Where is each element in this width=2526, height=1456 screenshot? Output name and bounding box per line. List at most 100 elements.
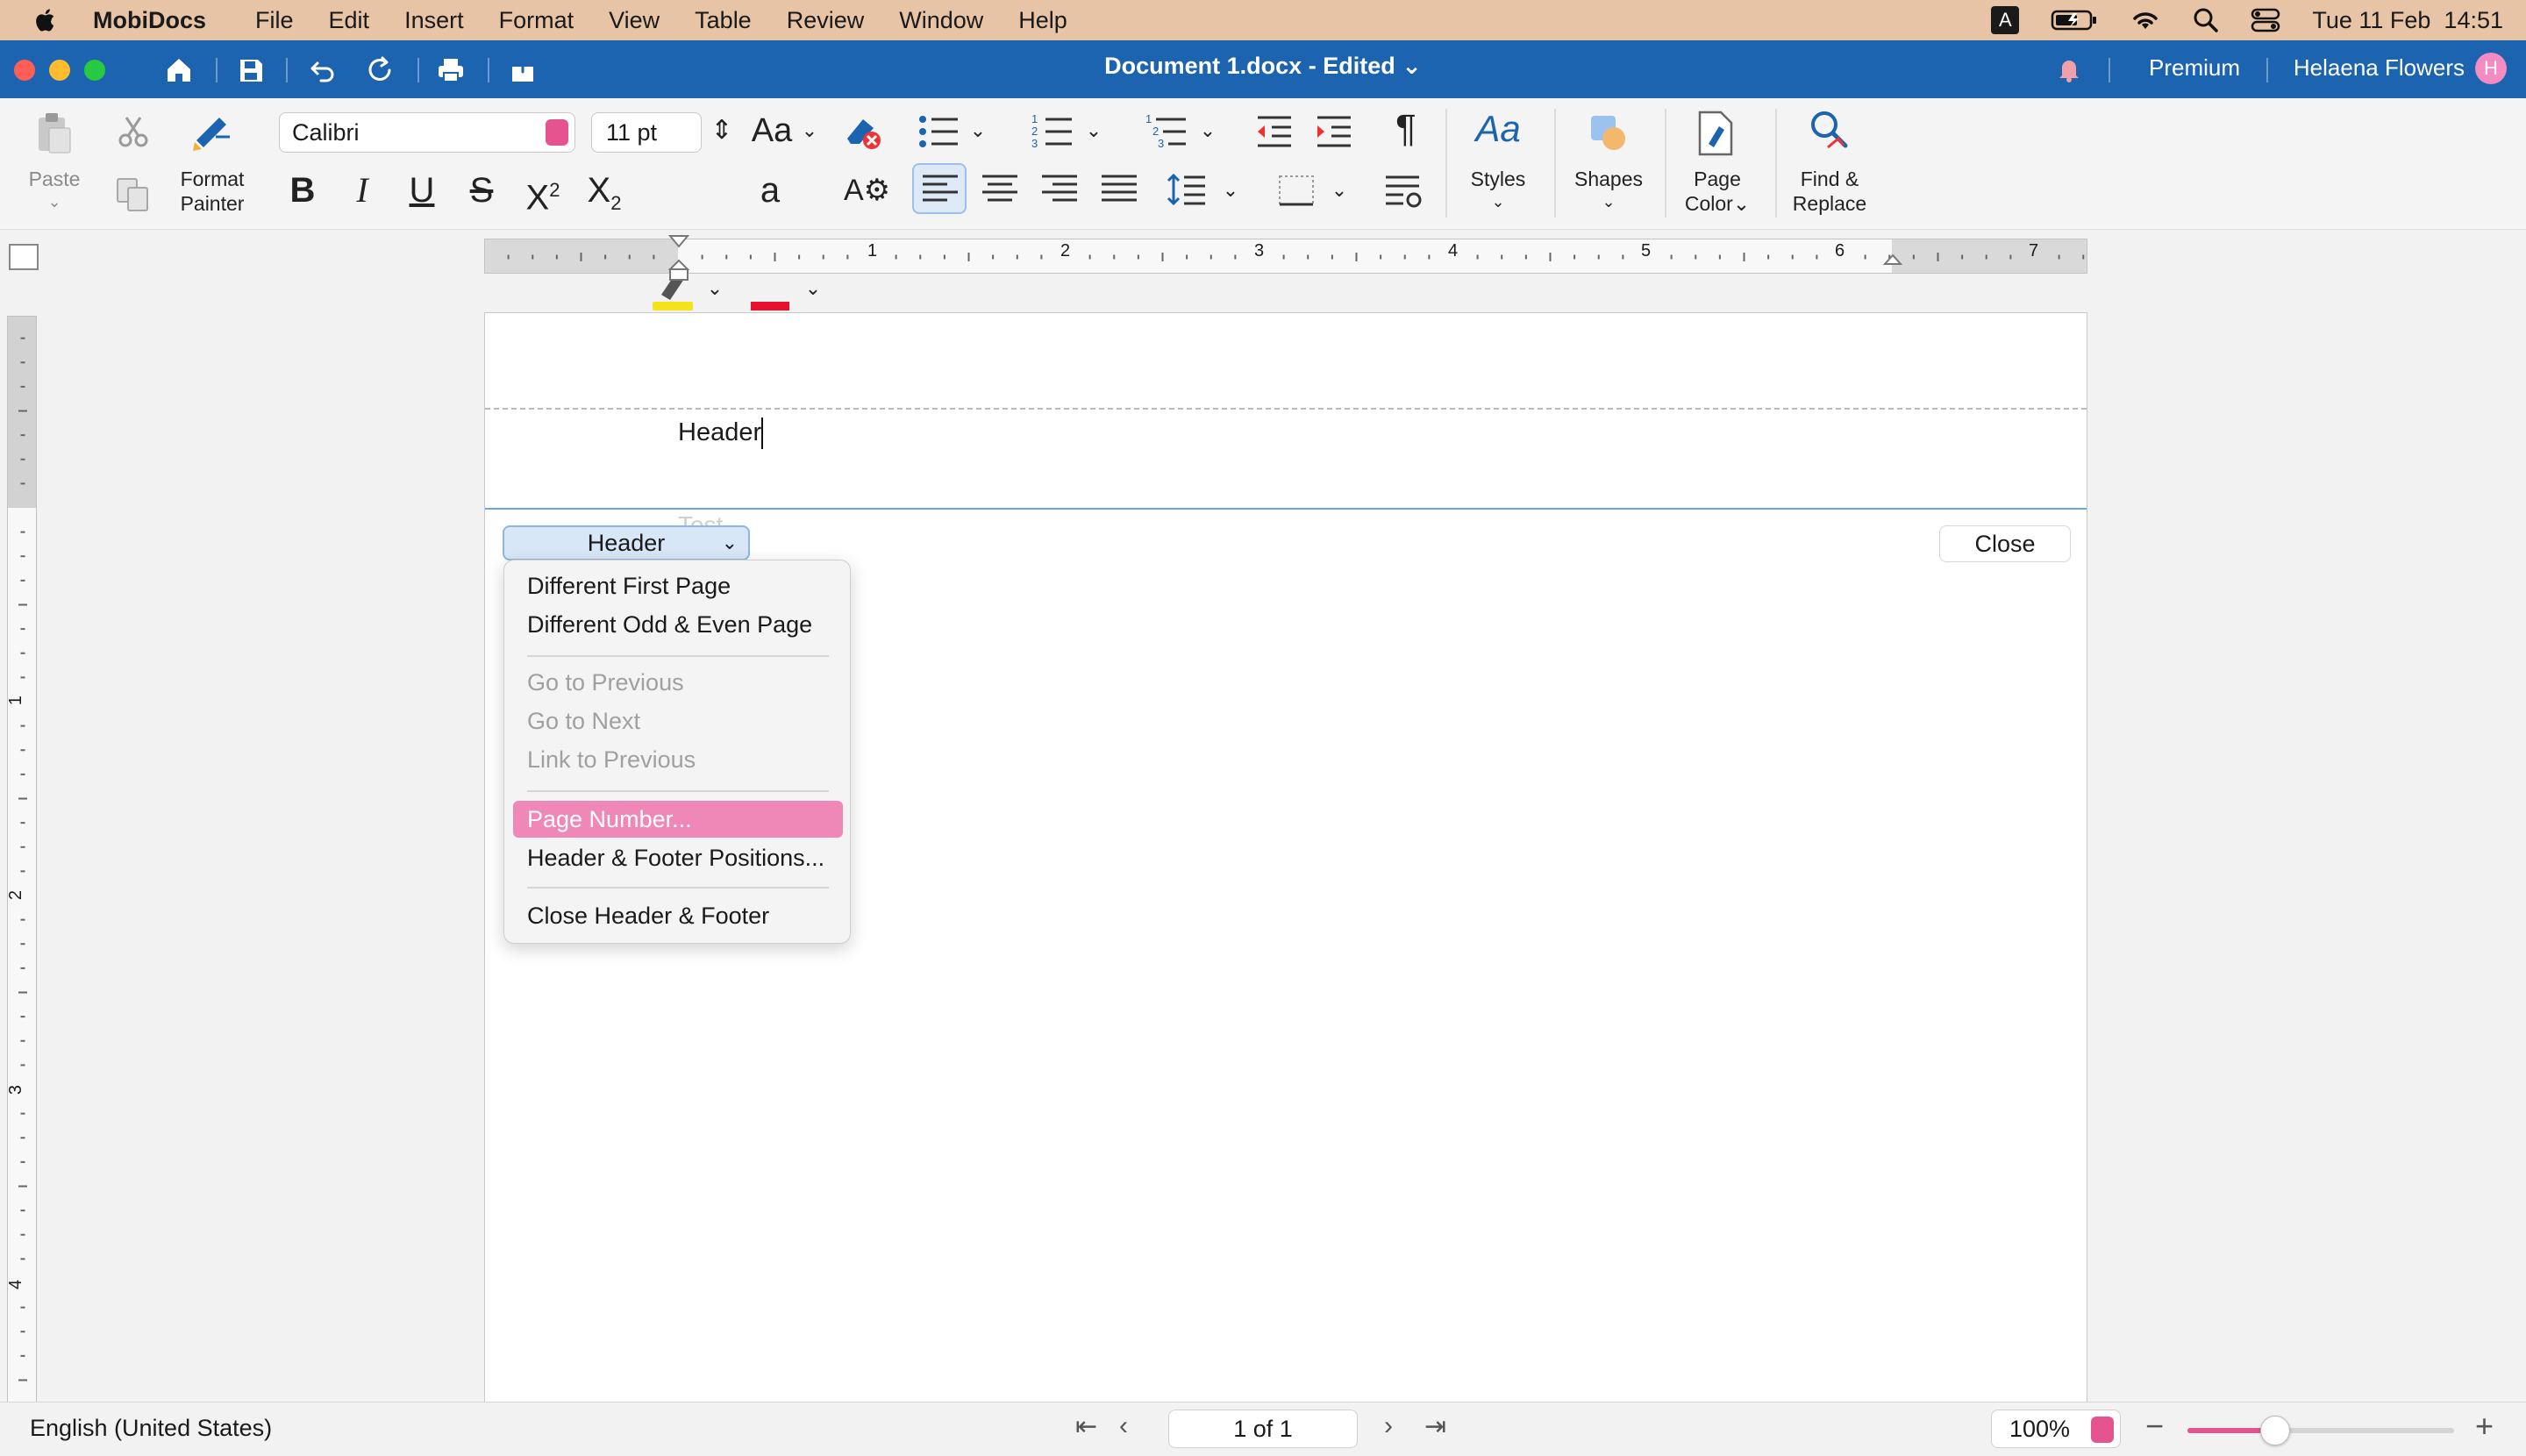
shapes-label[interactable]: Shapes: [1561, 167, 1656, 191]
align-right-icon[interactable]: [1040, 174, 1079, 203]
clock[interactable]: Tue 11 Feb 14:51: [2312, 7, 2503, 34]
change-case-button[interactable]: Aa: [747, 111, 796, 151]
subscript-button[interactable]: X2: [582, 170, 626, 224]
find-replace-icon[interactable]: [1807, 107, 1852, 156]
numbered-list-icon[interactable]: 123: [1031, 112, 1075, 151]
menu-item-different-odd-even-page[interactable]: Different Odd & Even Page: [513, 606, 843, 643]
chevron-down-icon[interactable]: ⌄: [796, 111, 823, 151]
next-page-icon[interactable]: ›: [1384, 1411, 1393, 1441]
chevron-down-icon[interactable]: ⌄: [1456, 189, 1540, 214]
chevron-down-icon[interactable]: ⌄: [1081, 111, 1107, 151]
paragraph-settings-icon[interactable]: [1384, 174, 1424, 209]
previous-page-icon[interactable]: ‹: [1119, 1411, 1128, 1441]
menu-item-different-first-page[interactable]: Different First Page: [513, 567, 843, 604]
app-menu-mobidocs[interactable]: MobiDocs: [93, 7, 206, 34]
horizontal-ruler[interactable]: 1 2 3 4 5 6 7: [484, 235, 2087, 281]
chevron-down-icon[interactable]: ⌄: [965, 111, 991, 151]
document-title[interactable]: Document 1.docx - Edited ⌄: [0, 53, 2526, 80]
chevron-down-icon[interactable]: ⌄: [18, 189, 91, 214]
first-page-icon[interactable]: ⇤: [1075, 1411, 1097, 1442]
premium-button[interactable]: Premium: [2149, 54, 2240, 82]
last-page-icon[interactable]: ⇥: [1424, 1411, 1446, 1442]
menu-help[interactable]: Help: [1018, 7, 1067, 34]
menu-table[interactable]: Table: [695, 7, 752, 34]
zoom-in-icon[interactable]: +: [2475, 1408, 2494, 1445]
paste-icon[interactable]: [35, 111, 74, 156]
control-center-icon[interactable]: [2251, 7, 2280, 33]
close-header-button[interactable]: Close: [1939, 525, 2071, 562]
styles-icon[interactable]: Aa: [1474, 109, 1523, 149]
zoom-slider[interactable]: [2187, 1416, 2454, 1445]
align-left-icon[interactable]: [921, 174, 960, 203]
font-color-button[interactable]: a: [747, 170, 793, 211]
battery-icon[interactable]: [2051, 8, 2098, 32]
spotlight-search-icon[interactable]: [2193, 7, 2219, 33]
menu-review[interactable]: Review: [787, 7, 865, 34]
superscript-button[interactable]: X2: [521, 170, 565, 218]
menu-edit[interactable]: Edit: [329, 7, 370, 34]
menu-window[interactable]: Window: [899, 7, 983, 34]
text-effects-icon[interactable]: A⚙: [844, 170, 890, 211]
page-color-label[interactable]: Page Color⌄: [1670, 167, 1765, 216]
font-name-stepper[interactable]: [546, 119, 568, 146]
show-formatting-marks-button[interactable]: ¶: [1384, 109, 1428, 149]
system-menu-bar: MobiDocs File Edit Insert Format View Ta…: [0, 0, 2526, 40]
header-options-dropdown[interactable]: Header ⌄: [503, 525, 750, 560]
menu-view[interactable]: View: [609, 7, 660, 34]
menu-item-close-header-footer[interactable]: Close Header & Footer: [513, 897, 843, 934]
styles-label[interactable]: Styles: [1456, 167, 1540, 191]
tab-stop-selector[interactable]: [9, 244, 39, 270]
borders-icon[interactable]: [1277, 174, 1316, 207]
font-name-field[interactable]: Calibri: [279, 112, 575, 153]
apple-icon[interactable]: [33, 7, 60, 33]
ruler-ticks: [18, 337, 27, 1381]
italic-button[interactable]: I: [342, 170, 382, 211]
right-indent-marker-icon[interactable]: [1883, 253, 1902, 273]
ruler-tick-label: 7: [2029, 241, 2039, 261]
menu-item-page-number[interactable]: Page Number...: [513, 801, 843, 838]
line-spacing-icon[interactable]: [1167, 172, 1207, 207]
vertical-ruler[interactable]: 1 2 3 4: [6, 316, 37, 1403]
input-source-icon[interactable]: A: [1991, 6, 2020, 34]
zoom-out-icon[interactable]: −: [2145, 1408, 2164, 1445]
find-replace-label[interactable]: Find & Replace: [1780, 167, 1879, 216]
align-center-icon[interactable]: [981, 174, 1019, 203]
indent-marker-icon[interactable]: [667, 234, 690, 282]
zoom-slider-knob[interactable]: [2260, 1416, 2291, 1445]
chevron-down-icon[interactable]: ⌄: [1326, 170, 1352, 211]
strikethrough-button[interactable]: S: [461, 170, 502, 211]
menu-insert[interactable]: Insert: [404, 7, 464, 34]
menu-file[interactable]: File: [255, 7, 294, 34]
decrease-indent-icon[interactable]: [1254, 114, 1295, 149]
bullet-list-icon[interactable]: [917, 112, 961, 151]
wifi-icon[interactable]: [2130, 8, 2161, 32]
svg-text:2: 2: [1031, 125, 1038, 138]
avatar[interactable]: H: [2475, 53, 2507, 84]
clear-formatting-icon[interactable]: [840, 111, 884, 154]
notification-bell-icon[interactable]: [2054, 54, 2084, 84]
page-color-icon[interactable]: [1695, 109, 1737, 158]
chevron-down-icon[interactable]: ⌄: [1561, 189, 1656, 214]
bold-button[interactable]: B: [282, 170, 323, 211]
multilevel-list-icon[interactable]: 123: [1145, 112, 1189, 151]
font-size-stepper-icon[interactable]: ⇕: [709, 111, 735, 151]
language-indicator[interactable]: English (United States): [30, 1415, 272, 1442]
ruler-tick-label: 2: [1060, 241, 1071, 261]
page-indicator[interactable]: 1 of 1: [1168, 1410, 1358, 1448]
shapes-icon[interactable]: [1588, 112, 1630, 154]
justify-icon[interactable]: [1100, 174, 1138, 203]
chevron-down-icon[interactable]: ⌄: [1217, 170, 1244, 211]
menu-item-header-footer-positions[interactable]: Header & Footer Positions...: [513, 839, 843, 876]
font-size-field[interactable]: 11 pt: [591, 112, 702, 153]
menu-format[interactable]: Format: [499, 7, 574, 34]
chevron-down-icon[interactable]: ⌄: [1195, 111, 1221, 151]
underline-button[interactable]: U: [402, 170, 442, 211]
format-painter-icon[interactable]: [189, 111, 233, 154]
cut-icon[interactable]: [116, 114, 151, 149]
zoom-dropdown-button[interactable]: [2091, 1417, 2114, 1443]
user-name[interactable]: Helaena Flowers: [2294, 54, 2465, 82]
header-content[interactable]: Header: [678, 410, 764, 455]
format-painter-line1: Format: [180, 168, 245, 190]
copy-icon[interactable]: [114, 175, 153, 214]
increase-indent-icon[interactable]: [1314, 114, 1354, 149]
